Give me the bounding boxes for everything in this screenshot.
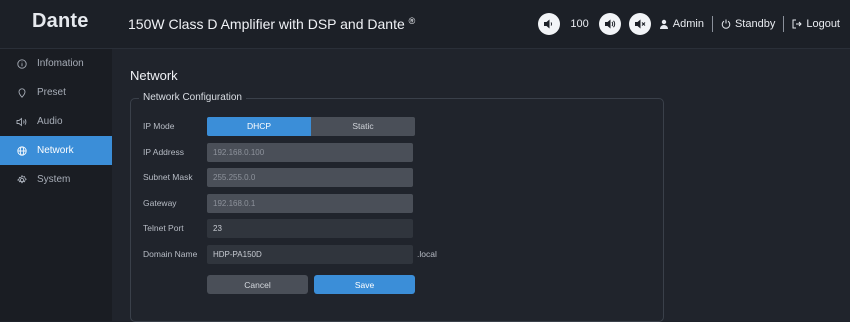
- domain-name-label: Domain Name: [143, 249, 198, 259]
- gear-icon: [16, 174, 28, 185]
- speaker-high-icon: [604, 19, 615, 29]
- sidebar-item-audio[interactable]: Audio: [0, 107, 112, 136]
- page-header-title: 150W Class D Amplifier with DSP and Dant…: [128, 16, 416, 32]
- static-option[interactable]: Static: [311, 116, 415, 136]
- standby-button[interactable]: Standby: [721, 18, 775, 30]
- domain-name-row: Domain Name HDP-PA150D .local: [143, 244, 437, 264]
- ip-mode-toggle: DHCP Static: [207, 116, 415, 136]
- domain-suffix: .local: [417, 249, 437, 259]
- user-icon: [659, 19, 668, 29]
- save-button[interactable]: Save: [314, 275, 415, 294]
- subnet-mask-label: Subnet Mask: [143, 172, 193, 182]
- speaker-mute-icon: [634, 19, 646, 29]
- info-icon: [16, 58, 28, 69]
- sidebar-item-information[interactable]: Infomation: [0, 49, 112, 78]
- mute-button[interactable]: [628, 13, 651, 35]
- gateway-row: Gateway 192.168.0.1: [143, 193, 413, 213]
- network-configuration-panel: Network Configuration IP Mode DHCP Stati…: [130, 92, 664, 322]
- telnet-port-row: Telnet Port 23: [143, 218, 413, 238]
- header-divider: [711, 16, 713, 32]
- telnet-port-input[interactable]: 23: [207, 218, 413, 238]
- power-icon: [721, 19, 731, 29]
- preset-icon: [16, 87, 28, 98]
- section-title: Network Configuration: [139, 92, 246, 103]
- header-divider: [783, 16, 785, 32]
- admin-user-link[interactable]: Admin: [659, 18, 704, 30]
- cancel-button[interactable]: Cancel: [207, 275, 308, 294]
- ip-address-row: IP Address 192.168.0.100: [143, 142, 413, 162]
- header-controls: 100 Admin Standby Logout: [538, 12, 840, 36]
- ip-mode-label: IP Mode: [143, 121, 175, 131]
- gateway-label: Gateway: [143, 198, 177, 208]
- sidebar-item-preset[interactable]: Preset: [0, 78, 112, 107]
- dante-logo: Dante: [32, 10, 89, 32]
- sidebar-item-system[interactable]: System: [0, 165, 112, 194]
- ip-mode-row: IP Mode DHCP Static: [143, 116, 415, 136]
- sidebar-item-network[interactable]: Network: [0, 136, 112, 165]
- audio-icon: [16, 117, 28, 127]
- globe-icon: [16, 145, 28, 156]
- volume-value: 100: [570, 18, 589, 30]
- ip-address-input[interactable]: 192.168.0.100: [207, 142, 413, 162]
- top-bar: Dante 150W Class D Amplifier with DSP an…: [0, 0, 850, 49]
- page-title: Network: [130, 68, 178, 83]
- main-content: Network Network Configuration IP Mode DH…: [112, 49, 850, 322]
- dhcp-option[interactable]: DHCP: [207, 116, 311, 136]
- speaker-low-icon: [544, 19, 553, 29]
- domain-name-input[interactable]: HDP-PA150D: [207, 244, 413, 264]
- subnet-mask-row: Subnet Mask 255.255.0.0: [143, 167, 413, 187]
- ip-address-label: IP Address: [143, 147, 184, 157]
- logout-icon: [792, 19, 803, 29]
- telnet-port-label: Telnet Port: [143, 223, 184, 233]
- volume-up-button[interactable]: [598, 13, 621, 35]
- sidebar: Infomation Preset Audio Network System: [0, 49, 112, 321]
- gateway-input[interactable]: 192.168.0.1: [207, 193, 413, 213]
- volume-down-button[interactable]: [538, 13, 561, 35]
- subnet-mask-input[interactable]: 255.255.0.0: [207, 167, 413, 187]
- logout-button[interactable]: Logout: [792, 18, 840, 30]
